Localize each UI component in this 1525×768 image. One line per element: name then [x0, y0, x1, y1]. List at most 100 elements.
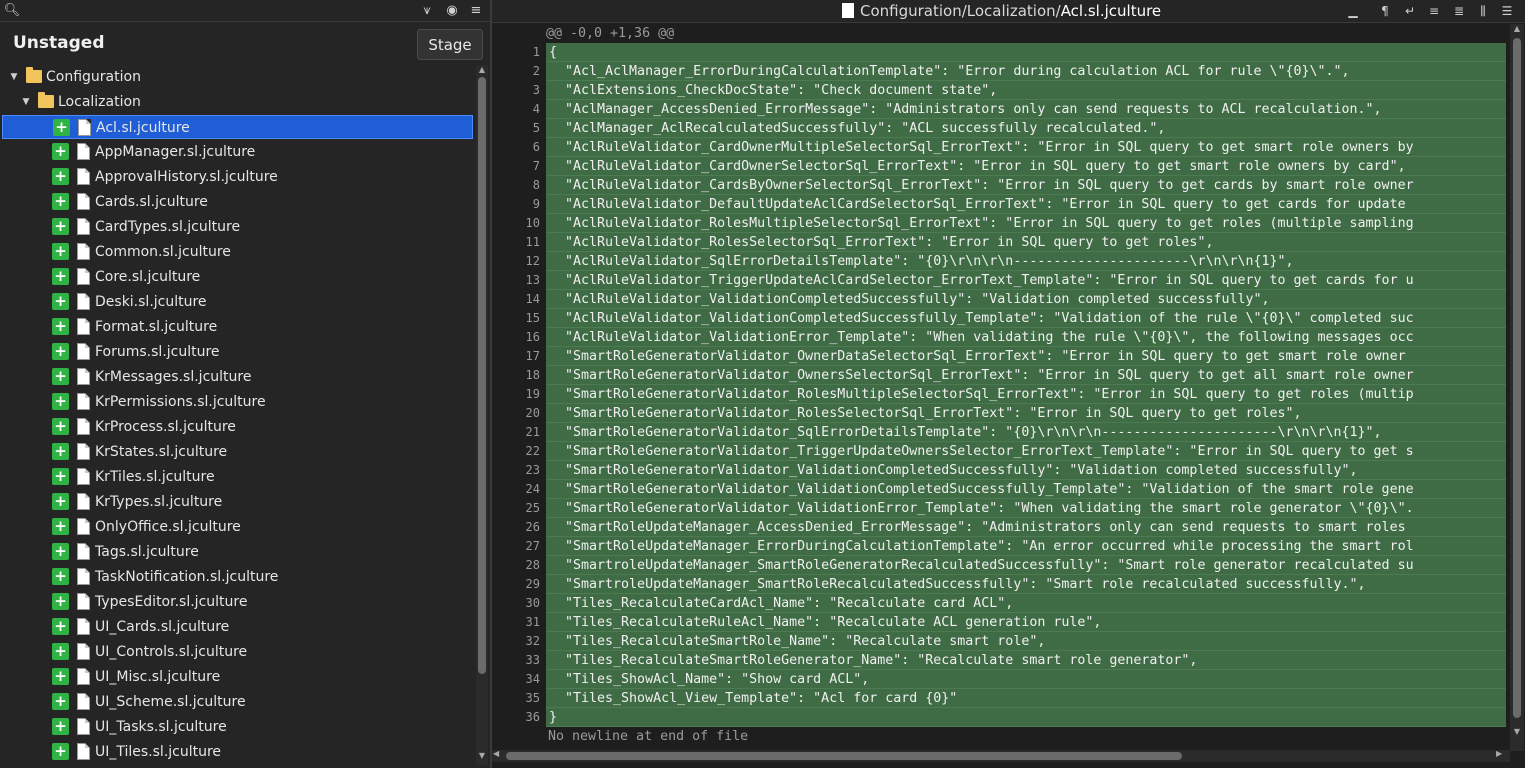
diff-line-added[interactable]: "SmartRoleUpdateManager_AccessDenied_Err…	[546, 518, 1506, 537]
diff-line-added[interactable]: "AclManager_AclRecalculatedSuccessfully"…	[546, 119, 1506, 138]
plus-icon[interactable]: +	[52, 543, 69, 560]
file-row[interactable]: + CardTypes.sl.jculture	[2, 215, 473, 239]
file-row[interactable]: + TypesEditor.sl.jculture	[2, 590, 473, 614]
diff-line-added[interactable]: "AclRuleValidator_ValidationError_Templa…	[546, 328, 1506, 347]
scrollbar-thumb[interactable]	[1513, 38, 1521, 718]
diff-line-added[interactable]: {	[546, 43, 1506, 62]
scroll-up-icon[interactable]: ▲	[476, 65, 488, 74]
diff-line-added[interactable]: "SmartRoleGeneratorValidator_SqlErrorDet…	[546, 423, 1506, 442]
plus-icon[interactable]: +	[52, 643, 69, 660]
plus-icon[interactable]: +	[52, 468, 69, 485]
plus-icon[interactable]: +	[52, 718, 69, 735]
chevron-down-icon[interactable]: ▼	[8, 65, 20, 89]
plus-icon[interactable]: +	[52, 518, 69, 535]
diff-line-added[interactable]: "SmartRoleGeneratorValidator_ValidationC…	[546, 480, 1506, 499]
pilcrow-icon[interactable]: ¶	[1377, 3, 1393, 19]
increase-context-icon[interactable]: ≣	[1451, 3, 1467, 19]
plus-icon[interactable]: +	[53, 119, 70, 136]
diff-line-added[interactable]: "SmartRoleGeneratorValidator_RolesSelect…	[546, 404, 1506, 423]
file-row[interactable]: + KrTypes.sl.jculture	[2, 490, 473, 514]
minimize-icon[interactable]: ▁	[1345, 3, 1361, 19]
scroll-left-icon[interactable]: ◀	[493, 749, 499, 758]
scroll-down-icon[interactable]: ▼	[1510, 727, 1524, 736]
diff-line-added[interactable]: "SmartRoleGeneratorValidator_OwnersSelec…	[546, 366, 1506, 385]
diff-line-added[interactable]: "Tiles_RecalculateCardAcl_Name": "Recalc…	[546, 594, 1506, 613]
diff-line-added[interactable]: "AclRuleValidator_RolesMultipleSelectorS…	[546, 214, 1506, 233]
file-row[interactable]: + Format.sl.jculture	[2, 315, 473, 339]
search-icon[interactable]: 🔍︎	[3, 2, 21, 20]
diff-line-added[interactable]: "AclRuleValidator_SqlErrorDetailsTemplat…	[546, 252, 1506, 271]
scrollbar-thumb[interactable]	[506, 752, 1182, 760]
diff-line-added[interactable]: "SmartRoleUpdateManager_ErrorDuringCalcu…	[546, 537, 1506, 556]
collapse-all-icon[interactable]: ⩛	[418, 2, 436, 20]
file-row[interactable]: + Cards.sl.jculture	[2, 190, 473, 214]
file-row[interactable]: + Common.sl.jculture	[2, 240, 473, 264]
file-row[interactable]: + Deski.sl.jculture	[2, 290, 473, 314]
scroll-right-icon[interactable]: ▶	[1496, 749, 1502, 758]
plus-icon[interactable]: +	[52, 218, 69, 235]
file-row[interactable]: + KrMessages.sl.jculture	[2, 365, 473, 389]
file-row[interactable]: + UI_Tiles.sl.jculture	[2, 740, 473, 764]
plus-icon[interactable]: +	[52, 343, 69, 360]
file-row[interactable]: + TaskNotification.sl.jculture	[2, 565, 473, 589]
plus-icon[interactable]: +	[52, 318, 69, 335]
plus-icon[interactable]: +	[52, 368, 69, 385]
tree-scrollbar[interactable]: ▲ ▼	[476, 65, 488, 765]
diff-line-added[interactable]: "SmartRoleGeneratorValidator_RolesMultip…	[546, 385, 1506, 404]
file-row[interactable]: + ApprovalHistory.sl.jculture	[2, 165, 473, 189]
file-row[interactable]: + Forums.sl.jculture	[2, 340, 473, 364]
file-row[interactable]: + Acl.sl.jculture	[2, 115, 473, 139]
file-row[interactable]: + Core.sl.jculture	[2, 265, 473, 289]
plus-icon[interactable]: +	[52, 143, 69, 160]
diff-line-added[interactable]: "Tiles_RecalculateSmartRoleGenerator_Nam…	[546, 651, 1506, 670]
folder-row[interactable]: ▼ Localization	[0, 90, 476, 114]
wrap-icon[interactable]: ↵	[1402, 3, 1418, 19]
diff-horizontal-scrollbar[interactable]: ◀ ▶	[492, 749, 1510, 762]
stage-button[interactable]: Stage	[417, 29, 483, 60]
diff-line-added[interactable]: "SmartRoleGeneratorValidator_TriggerUpda…	[546, 442, 1506, 461]
diff-line-added[interactable]: }	[546, 708, 1506, 727]
more-icon[interactable]: ☰	[1499, 3, 1515, 19]
diff-line-added[interactable]: "AclRuleValidator_RolesSelectorSql_Error…	[546, 233, 1506, 252]
scroll-up-icon[interactable]: ▲	[1510, 24, 1524, 33]
search-input[interactable]	[24, 2, 414, 20]
diff-line-added[interactable]: "Tiles_ShowAcl_View_Template": "Acl for …	[546, 689, 1506, 708]
diff-line-added[interactable]: "AclManager_AccessDenied_ErrorMessage": …	[546, 100, 1506, 119]
diff-line-added[interactable]: "SmartRoleGeneratorValidator_OwnerDataSe…	[546, 347, 1506, 366]
plus-icon[interactable]: +	[52, 668, 69, 685]
diff-line-added[interactable]: "Tiles_RecalculateRuleAcl_Name": "Recalc…	[546, 613, 1506, 632]
plus-icon[interactable]: +	[52, 618, 69, 635]
file-row[interactable]: + Tags.sl.jculture	[2, 540, 473, 564]
diff-vertical-scrollbar[interactable]: ▲ ▼	[1510, 24, 1524, 751]
scrollbar-thumb[interactable]	[478, 77, 486, 674]
plus-icon[interactable]: +	[52, 568, 69, 585]
plus-icon[interactable]: +	[52, 393, 69, 410]
file-row[interactable]: + UI_Scheme.sl.jculture	[2, 690, 473, 714]
file-row[interactable]: + KrProcess.sl.jculture	[2, 415, 473, 439]
scroll-down-icon[interactable]: ▼	[476, 751, 488, 760]
diff-mode-icon[interactable]: ⫼	[1475, 3, 1491, 19]
menu-icon[interactable]: ≡	[467, 2, 485, 20]
diff-line-added[interactable]: "Tiles_ShowAcl_Name": "Show card ACL",	[546, 670, 1506, 689]
diff-line-added[interactable]: "AclRuleValidator_ValidationCompletedSuc…	[546, 309, 1506, 328]
file-row[interactable]: + AppManager.sl.jculture	[2, 140, 473, 164]
diff-line-added[interactable]: "SmartRoleGeneratorValidator_ValidationE…	[546, 499, 1506, 518]
diff-line-added[interactable]: "AclRuleValidator_CardsByOwnerSelectorSq…	[546, 176, 1506, 195]
plus-icon[interactable]: +	[52, 593, 69, 610]
file-row[interactable]: + KrTiles.sl.jculture	[2, 465, 473, 489]
diff-line-added[interactable]: "AclRuleValidator_CardOwnerSelectorSql_E…	[546, 157, 1506, 176]
file-row[interactable]: + KrPermissions.sl.jculture	[2, 390, 473, 414]
file-row[interactable]: + UI_Cards.sl.jculture	[2, 615, 473, 639]
folder-row[interactable]: ▼ Configuration	[0, 65, 476, 89]
plus-icon[interactable]: +	[52, 418, 69, 435]
file-row[interactable]: + UI_Misc.sl.jculture	[2, 665, 473, 689]
plus-icon[interactable]: +	[52, 293, 69, 310]
plus-icon[interactable]: +	[52, 168, 69, 185]
file-row[interactable]: + KrStates.sl.jculture	[2, 440, 473, 464]
diff-line-added[interactable]: "AclRuleValidator_CardOwnerMultipleSelec…	[546, 138, 1506, 157]
plus-icon[interactable]: +	[52, 693, 69, 710]
eye-icon[interactable]: ◉	[443, 2, 461, 20]
diff-line-added[interactable]: "SmartRoleGeneratorValidator_ValidationC…	[546, 461, 1506, 480]
file-row[interactable]: + UI_Controls.sl.jculture	[2, 640, 473, 664]
diff-line-added[interactable]: "Acl_AclManager_ErrorDuringCalculationTe…	[546, 62, 1506, 81]
